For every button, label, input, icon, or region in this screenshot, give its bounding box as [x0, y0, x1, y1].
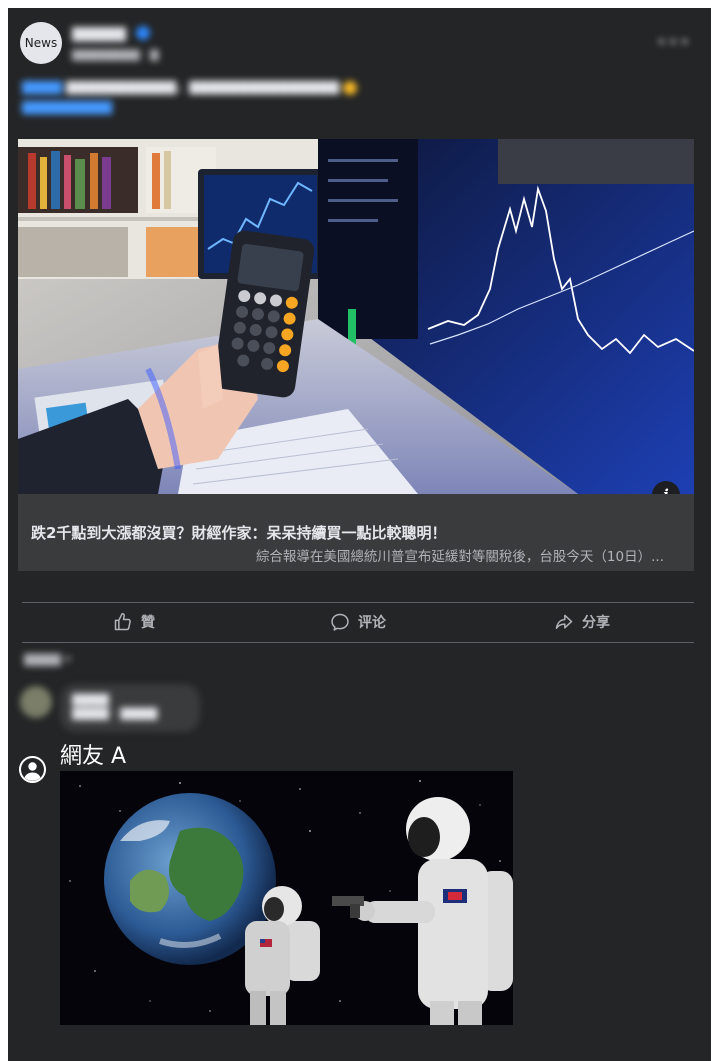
post-card: News ▇▇▇▇▇ ▇▇▇▇▇▇▇▇ · ▇ ••• ▇▇▇▇ ▇▇▇▇▇▇▇…	[8, 8, 711, 1061]
share-arrow-icon	[555, 614, 573, 629]
comment-button[interactable]: 评论	[246, 604, 470, 640]
commenter-name[interactable]: 網友 A	[60, 738, 126, 770]
divider-bottom	[22, 642, 694, 643]
blurred-comment-bubble: ▇▇▇▇ ▇▇▇▇ · ▇▇▇▇	[60, 684, 200, 732]
page-name[interactable]: ▇▇▇▇▇	[72, 26, 126, 42]
thumbs-up-icon	[114, 612, 131, 631]
user-avatar-icon[interactable]	[19, 756, 46, 783]
divider-top	[22, 602, 694, 603]
more-options-icon[interactable]: •••	[656, 32, 691, 53]
share-button[interactable]: 分享	[470, 604, 694, 640]
comment-meme-image[interactable]	[60, 771, 513, 1025]
post-header: News ▇▇▇▇▇ ▇▇▇▇▇▇▇▇ · ▇ ••• ▇▇▇▇ ▇▇▇▇▇▇▇…	[8, 8, 711, 126]
link-preview-card[interactable]: i 跌2千點到大漲都沒買？財經作家：呆呆持續買一點比較聰明！ 綜合報導在美國總統…	[18, 139, 694, 571]
page-avatar[interactable]: News	[20, 22, 62, 64]
article-title[interactable]: 跌2千點到大漲都沒買？財經作家：呆呆持續買一點比較聰明！	[31, 522, 446, 543]
action-bar: 贊 评论 分享	[22, 604, 694, 640]
comment-sort-dropdown[interactable]: ▇▇▇▇ ▾	[24, 652, 71, 666]
post-meta: ▇▇▇▇▇▇▇▇ · ▇	[72, 48, 159, 61]
like-button[interactable]: 贊	[22, 604, 246, 640]
comment-bubble-icon	[331, 613, 349, 631]
article-image: i	[18, 139, 694, 494]
commenter-avatar[interactable]	[20, 686, 52, 718]
comment-label: 评论	[358, 615, 386, 631]
post-text: ▇▇▇▇ ▇▇▇▇▇▇▇▇▇▇▇，▇▇▇▇▇▇▇▇▇▇▇▇▇▇▇ ▇▇▇▇▇▇▇…	[22, 78, 662, 118]
like-label: 贊	[141, 615, 155, 631]
share-label: 分享	[582, 615, 610, 631]
article-description: 綜合報導在美國總統川普宣布延緩對等關稅後，台股今天（10日）...	[255, 549, 664, 565]
verified-badge-icon	[136, 26, 150, 40]
